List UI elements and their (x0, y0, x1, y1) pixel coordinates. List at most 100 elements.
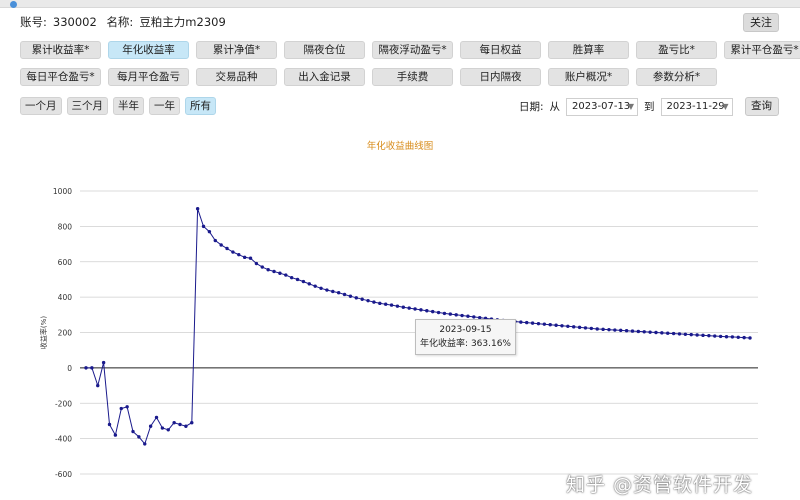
data-point-63[interactable] (454, 313, 458, 317)
data-point-62[interactable] (448, 312, 453, 316)
data-point-35[interactable] (289, 275, 294, 280)
data-point-17[interactable] (184, 424, 188, 428)
data-point-75[interactable] (525, 320, 529, 325)
data-point-86[interactable] (589, 326, 594, 331)
data-point-99[interactable] (666, 331, 670, 335)
data-point-27[interactable] (242, 255, 247, 260)
data-point-21[interactable] (207, 229, 212, 234)
data-point-25[interactable] (231, 250, 235, 254)
data-point-12[interactable] (154, 415, 159, 420)
data-point-2[interactable] (96, 383, 100, 388)
data-point-28[interactable] (248, 256, 253, 260)
data-point-74[interactable] (519, 320, 523, 324)
data-point-108[interactable] (718, 334, 723, 339)
data-point-14[interactable] (166, 428, 170, 432)
data-point-76[interactable] (530, 321, 535, 325)
data-point-106[interactable] (707, 333, 711, 338)
data-point-81[interactable] (560, 324, 564, 328)
data-point-104[interactable] (695, 333, 699, 337)
data-point-98[interactable] (660, 331, 664, 335)
data-point-49[interactable] (372, 300, 376, 304)
data-point-95[interactable] (642, 330, 646, 334)
data-point-111[interactable] (736, 335, 740, 339)
data-point-56[interactable] (413, 307, 417, 311)
data-point-80[interactable] (554, 323, 558, 327)
data-point-42[interactable] (331, 289, 335, 294)
data-point-33[interactable] (278, 271, 282, 275)
data-point-91[interactable] (619, 328, 623, 333)
data-point-23[interactable] (219, 243, 223, 247)
data-point-79[interactable] (548, 323, 552, 327)
data-point-61[interactable] (442, 311, 447, 316)
data-point-52[interactable] (389, 303, 394, 307)
data-point-113[interactable] (748, 336, 752, 340)
data-point-30[interactable] (260, 265, 264, 269)
data-point-37[interactable] (301, 279, 306, 284)
data-point-53[interactable] (395, 304, 400, 308)
data-point-20[interactable] (201, 224, 206, 229)
data-point-90[interactable] (613, 328, 617, 332)
data-point-38[interactable] (307, 282, 311, 286)
data-point-1[interactable] (90, 366, 94, 370)
data-point-24[interactable] (225, 246, 229, 251)
data-point-84[interactable] (577, 325, 582, 330)
data-point-65[interactable] (466, 314, 470, 318)
data-point-82[interactable] (566, 324, 570, 329)
data-point-101[interactable] (677, 332, 682, 336)
data-point-107[interactable] (713, 334, 717, 338)
data-point-60[interactable] (436, 310, 441, 315)
data-point-78[interactable] (542, 322, 547, 326)
data-point-87[interactable] (595, 327, 599, 331)
data-point-6[interactable] (119, 406, 123, 411)
data-point-10[interactable] (143, 442, 147, 446)
data-point-11[interactable] (148, 424, 153, 428)
data-point-43[interactable] (336, 291, 341, 295)
data-point-58[interactable] (425, 309, 429, 313)
data-point-94[interactable] (636, 329, 641, 334)
data-point-39[interactable] (313, 284, 317, 288)
data-point-4[interactable] (107, 422, 112, 427)
data-point-47[interactable] (360, 297, 364, 301)
data-point-96[interactable] (648, 330, 652, 334)
data-point-32[interactable] (272, 269, 276, 274)
data-point-26[interactable] (237, 252, 241, 257)
data-point-50[interactable] (378, 301, 382, 306)
data-point-18[interactable] (190, 421, 194, 425)
data-point-45[interactable] (348, 294, 353, 298)
data-point-93[interactable] (630, 329, 635, 333)
data-point-31[interactable] (266, 268, 270, 272)
data-point-36[interactable] (295, 277, 300, 282)
data-point-0[interactable] (84, 366, 88, 370)
data-point-5[interactable] (113, 433, 118, 437)
data-point-15[interactable] (172, 421, 176, 425)
data-point-83[interactable] (572, 325, 576, 329)
data-point-29[interactable] (254, 261, 259, 266)
data-point-100[interactable] (671, 331, 676, 336)
data-point-110[interactable] (730, 335, 735, 339)
data-point-44[interactable] (342, 292, 347, 297)
data-point-88[interactable] (601, 327, 605, 332)
data-point-46[interactable] (354, 296, 359, 300)
data-point-57[interactable] (419, 308, 423, 312)
data-point-13[interactable] (160, 426, 165, 430)
data-point-59[interactable] (430, 309, 435, 314)
data-point-51[interactable] (383, 302, 388, 306)
data-point-112[interactable] (742, 335, 746, 340)
data-point-85[interactable] (583, 326, 588, 330)
data-point-109[interactable] (724, 335, 729, 339)
data-point-8[interactable] (131, 429, 135, 434)
data-point-19[interactable] (195, 206, 200, 211)
data-point-89[interactable] (607, 327, 611, 332)
data-point-105[interactable] (701, 333, 705, 338)
data-point-16[interactable] (178, 422, 182, 427)
data-point-34[interactable] (284, 273, 288, 277)
data-point-102[interactable] (683, 332, 688, 336)
data-point-22[interactable] (213, 238, 217, 243)
data-point-3[interactable] (101, 360, 106, 365)
data-point-40[interactable] (319, 286, 323, 290)
data-point-54[interactable] (401, 305, 406, 309)
data-point-92[interactable] (624, 329, 629, 333)
data-point-97[interactable] (654, 330, 658, 335)
data-point-41[interactable] (325, 288, 329, 292)
data-point-77[interactable] (536, 321, 541, 326)
